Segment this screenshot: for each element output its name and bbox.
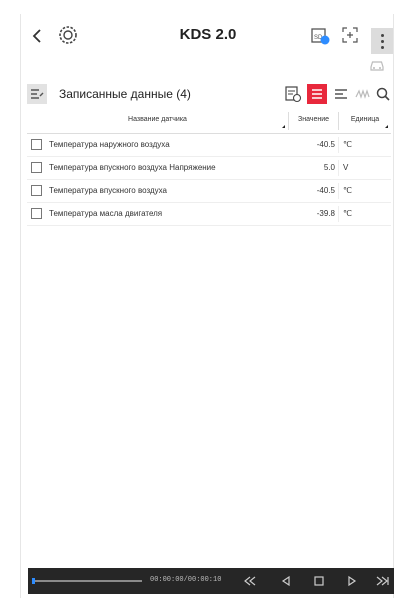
table-row[interactable]: Температура масла двигателя -39.8 ℃	[27, 203, 391, 226]
sensor-unit: ℃	[343, 209, 352, 218]
graph-icon	[355, 89, 370, 99]
list-view-icon	[312, 89, 322, 99]
report-icon	[285, 86, 302, 103]
column-header-value[interactable]: Значение	[289, 112, 339, 130]
more-vertical-icon	[380, 33, 384, 37]
sd-card-icon: SD	[311, 28, 330, 45]
recorded-data-icon	[27, 84, 47, 104]
sensor-unit: V	[343, 163, 349, 172]
section-title: Записанные данные (4)	[59, 87, 191, 101]
sensor-value: 5.0	[289, 160, 339, 176]
search-icon	[376, 87, 390, 101]
table-row[interactable]: Температура впускного воздуха Напряжение…	[27, 157, 391, 180]
table-row[interactable]: Температура впускного воздуха -40.5 ℃	[27, 180, 391, 203]
recorded-data-section: Записанные данные (4)	[21, 82, 395, 108]
progress-handle[interactable]	[32, 578, 35, 584]
play-button[interactable]	[344, 573, 360, 589]
column-header-name[interactable]: Название датчика	[27, 112, 289, 130]
stop-icon	[314, 576, 324, 586]
sd-card-button[interactable]: SD	[309, 24, 331, 46]
row-checkbox[interactable]	[31, 139, 42, 150]
fast-forward-button[interactable]	[374, 573, 390, 589]
fullscreen-button[interactable]	[339, 24, 361, 46]
sensor-name: Температура впускного воздуха Напряжение	[49, 163, 216, 172]
progress-track[interactable]	[32, 578, 142, 584]
report-button[interactable]	[283, 84, 303, 104]
sensor-unit: ℃	[343, 140, 352, 149]
sensor-name: Температура впускного воздуха	[49, 186, 167, 195]
playback-time: 00:00:00/00:00:10	[150, 576, 222, 584]
row-checkbox[interactable]	[31, 185, 42, 196]
step-back-button[interactable]	[278, 573, 294, 589]
column-header-unit[interactable]: Единица	[339, 112, 391, 130]
sort-icon	[282, 125, 285, 128]
rewind-button[interactable]	[242, 573, 258, 589]
sensor-value: -40.5	[289, 137, 339, 153]
rewind-icon	[244, 576, 256, 586]
search-button[interactable]	[373, 84, 393, 104]
graph-button[interactable]	[353, 84, 373, 104]
fast-forward-icon	[376, 576, 389, 586]
align-icon	[335, 89, 347, 99]
step-back-icon	[281, 575, 290, 587]
sensor-name: Температура масла двигателя	[49, 209, 163, 218]
sensor-unit: ℃	[343, 186, 352, 195]
list-view-button[interactable]	[307, 84, 327, 104]
align-button[interactable]	[331, 84, 351, 104]
more-menu-button[interactable]	[371, 28, 393, 54]
table-header: Название датчика Значение Единица	[27, 110, 391, 134]
row-checkbox[interactable]	[31, 162, 42, 173]
app-window: KDS 2.0 SD Записанные данные (4) Названи…	[20, 14, 394, 598]
sensor-name: Температура наружного воздуха	[49, 140, 170, 149]
play-icon	[348, 575, 357, 587]
row-checkbox[interactable]	[31, 208, 42, 219]
sensor-value: -39.8	[289, 206, 339, 222]
table-row[interactable]: Температура наружного воздуха -40.5 ℃	[27, 134, 391, 157]
playback-controls: 00:00:00/00:00:10	[28, 568, 394, 594]
car-icon[interactable]	[369, 58, 385, 72]
expand-icon	[342, 27, 358, 43]
sensor-table: Название датчика Значение Единица Темпер…	[27, 110, 391, 226]
stop-button[interactable]	[311, 573, 327, 589]
sensor-value: -40.5	[289, 183, 339, 199]
app-header: KDS 2.0 SD	[21, 14, 395, 58]
sort-icon	[385, 125, 388, 128]
